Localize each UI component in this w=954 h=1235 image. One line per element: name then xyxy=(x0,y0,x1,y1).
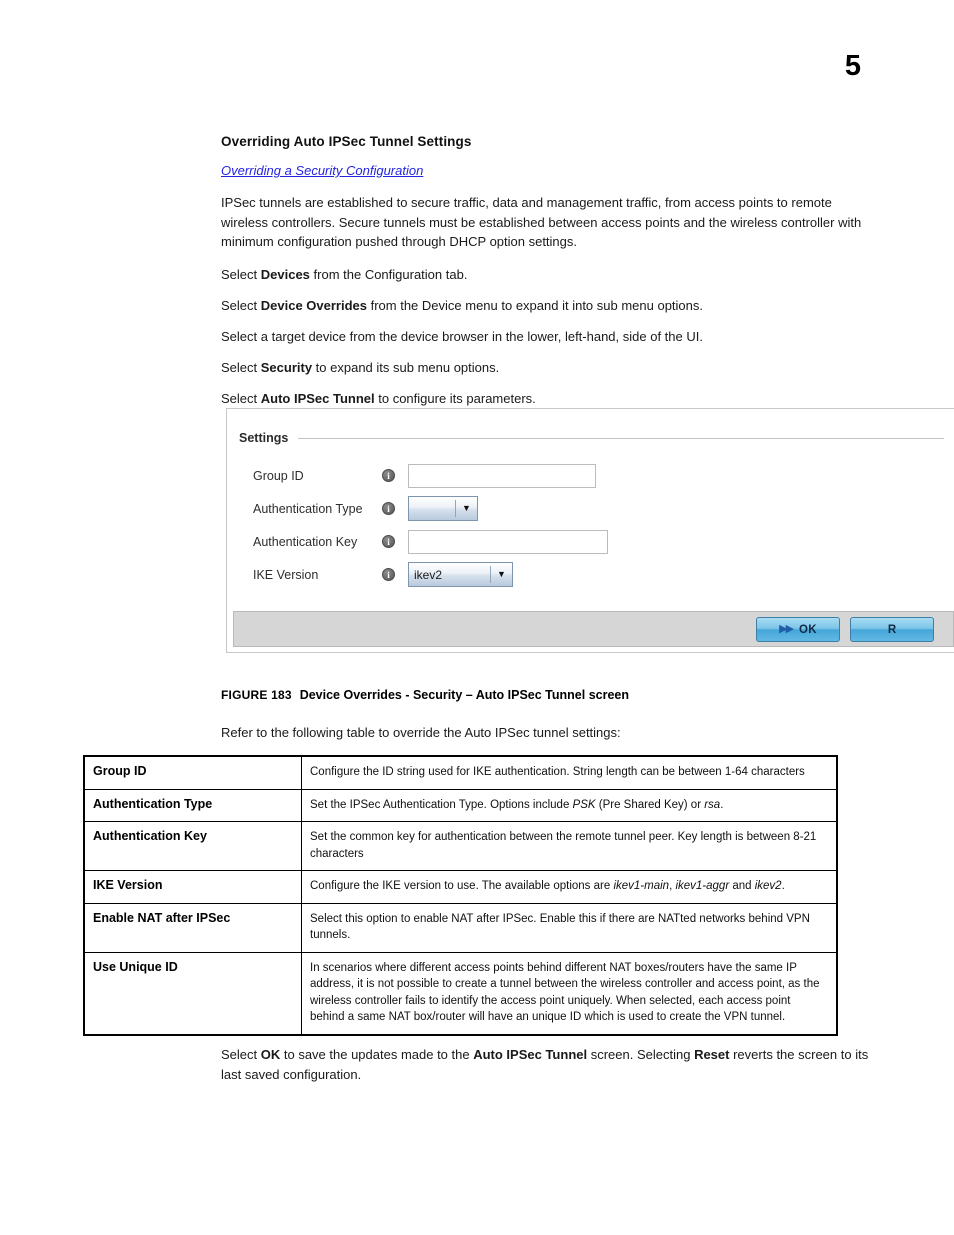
settings-descriptor-table: Group ID Configure the ID string used fo… xyxy=(83,755,838,1036)
table-cell-term: Authentication Key xyxy=(83,821,302,871)
form-row-ike-version: IKE Version i ikev2 ▼ xyxy=(253,558,608,591)
table-cell-term: Enable NAT after IPSec xyxy=(83,902,302,953)
section-heading: Overriding Auto IPSec Tunnel Settings xyxy=(221,134,472,149)
table-row: Authentication Key Set the common key fo… xyxy=(83,821,838,871)
table-cell-term: Group ID xyxy=(83,755,302,790)
auto-ipsec-tunnel-screen: Settings Group ID i Authentication Type … xyxy=(226,408,954,653)
settings-panel-body: Settings Group ID i Authentication Type … xyxy=(227,409,954,607)
document-content: Overriding Auto IPSec Tunnel Settings Ov… xyxy=(221,134,869,408)
group-id-input[interactable] xyxy=(408,463,596,488)
chevron-down-icon[interactable]: ▼ xyxy=(491,570,512,579)
authentication-key-label: Authentication Key xyxy=(253,534,358,549)
table-cell-description: In scenarios where different access poin… xyxy=(301,951,838,1035)
table-cell-description: Configure the ID string used for IKE aut… xyxy=(301,755,838,790)
ok-button-label: OK xyxy=(799,623,817,636)
double-chevron-right-icon: ▶▶ xyxy=(779,623,794,635)
closing-paragraph: Select OK to save the updates made to th… xyxy=(221,1047,869,1082)
table-cell-term: Authentication Type xyxy=(83,788,302,822)
table-row: Enable NAT after IPSec Select this optio… xyxy=(83,902,838,953)
settings-section-header: Settings xyxy=(239,431,944,445)
figure-caption: FIGURE 183 Device Overrides - Security – … xyxy=(221,688,629,702)
info-icon[interactable]: i xyxy=(382,535,395,548)
step-item: Select Device Overrides from the Device … xyxy=(221,297,704,313)
form-row-authentication-key: Authentication Key i xyxy=(253,525,608,558)
table-body: Group ID Configure the ID string used fo… xyxy=(83,755,838,1035)
form-row-group-id: Group ID i xyxy=(253,459,608,492)
settings-form: Group ID i Authentication Type i ▼ Authe… xyxy=(253,459,608,591)
info-icon[interactable]: i xyxy=(382,502,395,515)
form-row-authentication-type: Authentication Type i ▼ xyxy=(253,492,608,525)
ok-button[interactable]: ▶▶ OK xyxy=(756,617,840,642)
reset-button[interactable]: R xyxy=(850,617,934,642)
info-icon[interactable]: i xyxy=(382,568,395,581)
table-row: Group ID Configure the ID string used fo… xyxy=(83,755,838,790)
table-cell-description: Select this option to enable NAT after I… xyxy=(301,902,838,953)
cross-reference-link[interactable]: Overriding a Security Configuration xyxy=(221,163,869,178)
table-cell-description: Configure the IKE version to use. The av… xyxy=(301,870,838,904)
step-item: Select Security to expand its sub menu o… xyxy=(221,359,500,375)
section-divider xyxy=(298,437,944,439)
authentication-type-label: Authentication Type xyxy=(253,501,363,516)
refer-paragraph: Refer to the following table to override… xyxy=(221,725,621,740)
chevron-down-icon[interactable]: ▼ xyxy=(456,504,477,513)
settings-section-title: Settings xyxy=(239,431,289,445)
ike-version-label: IKE Version xyxy=(253,567,319,582)
reset-button-label: R xyxy=(887,623,897,636)
table-row: IKE Version Configure the IKE version to… xyxy=(83,870,838,904)
authentication-key-input[interactable] xyxy=(408,529,608,554)
ike-version-dropdown[interactable]: ikev2 ▼ xyxy=(408,562,513,587)
table-cell-description: Set the common key for authentication be… xyxy=(301,821,838,871)
table-cell-term: Use Unique ID xyxy=(83,951,302,1035)
authentication-type-dropdown[interactable]: ▼ xyxy=(408,496,478,521)
group-id-label: Group ID xyxy=(253,468,304,483)
info-icon[interactable]: i xyxy=(382,469,395,482)
step-item: Select Devices from the Configuration ta… xyxy=(221,266,468,282)
step-item: Select Auto IPSec Tunnel to configure it… xyxy=(221,390,536,406)
step-list: Select Devices from the Configuration ta… xyxy=(221,265,869,408)
page-number: 5 xyxy=(844,50,861,82)
table-row: Authentication Type Set the IPSec Authen… xyxy=(83,788,838,822)
table-row: Use Unique ID In scenarios where differe… xyxy=(83,951,838,1035)
ike-version-value: ikev2 xyxy=(414,567,443,582)
figure-title: Device Overrides - Security – Auto IPSec… xyxy=(299,688,629,702)
panel-footer-bar: ▶▶ OK R xyxy=(233,611,954,647)
table-cell-term: IKE Version xyxy=(83,870,302,904)
intro-paragraph: IPSec tunnels are established to secure … xyxy=(221,195,862,249)
figure-number: FIGURE 183 xyxy=(221,688,292,702)
table-cell-description: Set the IPSec Authentication Type. Optio… xyxy=(301,788,838,822)
step-item: Select a target device from the device b… xyxy=(221,328,703,344)
